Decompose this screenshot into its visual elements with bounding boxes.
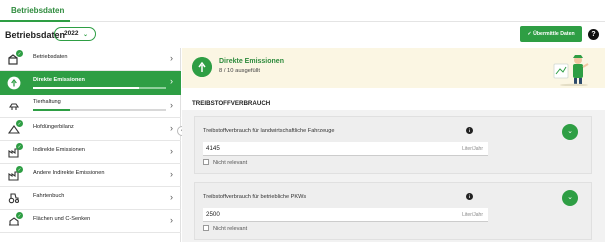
input-value: 4145: [206, 145, 220, 152]
info-icon[interactable]: i: [466, 193, 473, 200]
sidebar-item-label: Hofdüngerbilanz: [33, 124, 74, 130]
sidebar-item-fahrtenbuch[interactable]: Fahrtenbuch ›: [0, 187, 181, 210]
farmer-illustration: [553, 55, 589, 86]
tab-betriebsdaten[interactable]: Betriebsdaten: [11, 6, 64, 15]
progress-bar: [33, 109, 166, 111]
chevron-right-icon: ›: [170, 169, 173, 179]
section-title: TREIBSTOFFVERBRAUCH: [192, 100, 271, 107]
section-banner: Direkte Emissionen 8 / 10 ausgefüllt: [182, 48, 605, 88]
sidebar-item-direkte-emissionen[interactable]: Direkte Emissionen ›: [0, 71, 181, 95]
banner-progress-text: 8 / 10 ausgefüllt: [219, 68, 260, 74]
chevron-right-icon: ›: [170, 123, 173, 133]
check-icon: ✓: [16, 50, 23, 57]
question-card: Treibstoffverbrauch für betriebliche PKW…: [194, 182, 592, 240]
check-icon: ✓: [527, 31, 532, 37]
livestock-icon: [8, 103, 20, 110]
sidebar-item-label: Betriebsdaten: [33, 54, 68, 60]
not-relevant-checkbox[interactable]: Nicht relevant: [203, 225, 247, 232]
year-value: 2022: [64, 30, 79, 37]
tractor-icon: [8, 193, 20, 204]
check-icon: ✓: [16, 143, 23, 150]
unit-label: Liter/Jahr: [462, 212, 483, 218]
chevron-right-icon: ›: [170, 53, 173, 63]
input-value: 2500: [206, 211, 220, 218]
checkbox-icon: [203, 159, 209, 165]
fuel-input-field[interactable]: 4145 Liter/Jahr: [203, 142, 488, 156]
emission-icon: [192, 57, 212, 77]
sidebar-item-flaechen-und-c-senken[interactable]: ✓ Flächen und C-Senken ›: [0, 210, 181, 233]
submit-data-label: Übermittle Daten: [533, 31, 575, 37]
sidebar-item-label: Fahrtenbuch: [33, 193, 65, 199]
sidebar-item-label: Direkte Emissionen: [33, 77, 85, 83]
unit-label: Liter/Jahr: [462, 146, 483, 152]
chevron-right-icon: ›: [170, 100, 173, 110]
chevron-right-icon: ›: [170, 215, 173, 225]
sidebar-item-indirekte-emissionen[interactable]: ✓ Indirekte Emissionen ›: [0, 141, 181, 164]
chevron-down-icon[interactable]: ⌄: [562, 124, 578, 140]
question-card: Treibstoffverbrauch für landwirtschaftli…: [194, 116, 592, 174]
not-relevant-label: Nicht relevant: [213, 226, 248, 232]
chevron-down-icon: ⌄: [82, 32, 88, 38]
active-tab-indicator: [0, 20, 70, 22]
not-relevant-label: Nicht relevant: [213, 160, 248, 166]
check-icon: ✓: [16, 120, 23, 127]
questions-area: Treibstoffverbrauch für landwirtschaftli…: [182, 110, 605, 242]
question-label: Treibstoffverbrauch für betriebliche PKW…: [203, 194, 307, 200]
checkbox-icon: [203, 225, 209, 231]
main-content: Direkte Emissionen 8 / 10 ausgefüllt TRE…: [182, 48, 605, 242]
check-icon: ✓: [16, 212, 23, 219]
question-label: Treibstoffverbrauch für landwirtschaftli…: [203, 128, 335, 134]
sidebar-item-label: Andere Indirekte Emissionen: [33, 170, 105, 176]
not-relevant-checkbox[interactable]: Nicht relevant: [203, 159, 247, 166]
fuel-input-field[interactable]: 2500 Liter/Jahr: [203, 208, 488, 222]
chevron-down-icon[interactable]: ⌄: [562, 190, 578, 206]
help-button[interactable]: ?: [588, 29, 599, 40]
sidebar-item-label: Tierhaltung: [33, 99, 61, 105]
progress-bar: [33, 87, 166, 89]
sidebar-item-label: Flächen und C-Senken: [33, 216, 91, 222]
sidebar-item-betriebsdaten[interactable]: ✓ Betriebsdaten ›: [0, 48, 181, 71]
banner-title: Direkte Emissionen: [219, 58, 284, 65]
sidebar: ✓ Betriebsdaten › Direkte Emissionen › T…: [0, 48, 181, 242]
chevron-right-icon: ›: [170, 192, 173, 202]
check-icon: ✓: [16, 166, 23, 173]
sidebar-item-label: Indirekte Emissionen: [33, 147, 85, 153]
emission-icon: [7, 76, 21, 90]
year-select[interactable]: 2022 ⌄: [54, 27, 96, 41]
page-header: Betriebsdaten 2022 ⌄ ✓ Übermittle Daten …: [0, 23, 605, 47]
sidebar-item-andere-indirekte-emissionen[interactable]: ✓ Andere Indirekte Emissionen ›: [0, 164, 181, 187]
chevron-right-icon: ›: [170, 146, 173, 156]
info-icon[interactable]: i: [466, 127, 473, 134]
submit-data-button[interactable]: ✓ Übermittle Daten: [520, 26, 582, 42]
sidebar-item-hofduengerbilanz[interactable]: ✓ Hofdüngerbilanz ›: [0, 118, 181, 141]
top-navigation: Betriebsdaten: [0, 0, 605, 22]
chevron-right-icon: ›: [170, 76, 173, 86]
sidebar-item-tierhaltung[interactable]: Tierhaltung ›: [0, 95, 181, 118]
